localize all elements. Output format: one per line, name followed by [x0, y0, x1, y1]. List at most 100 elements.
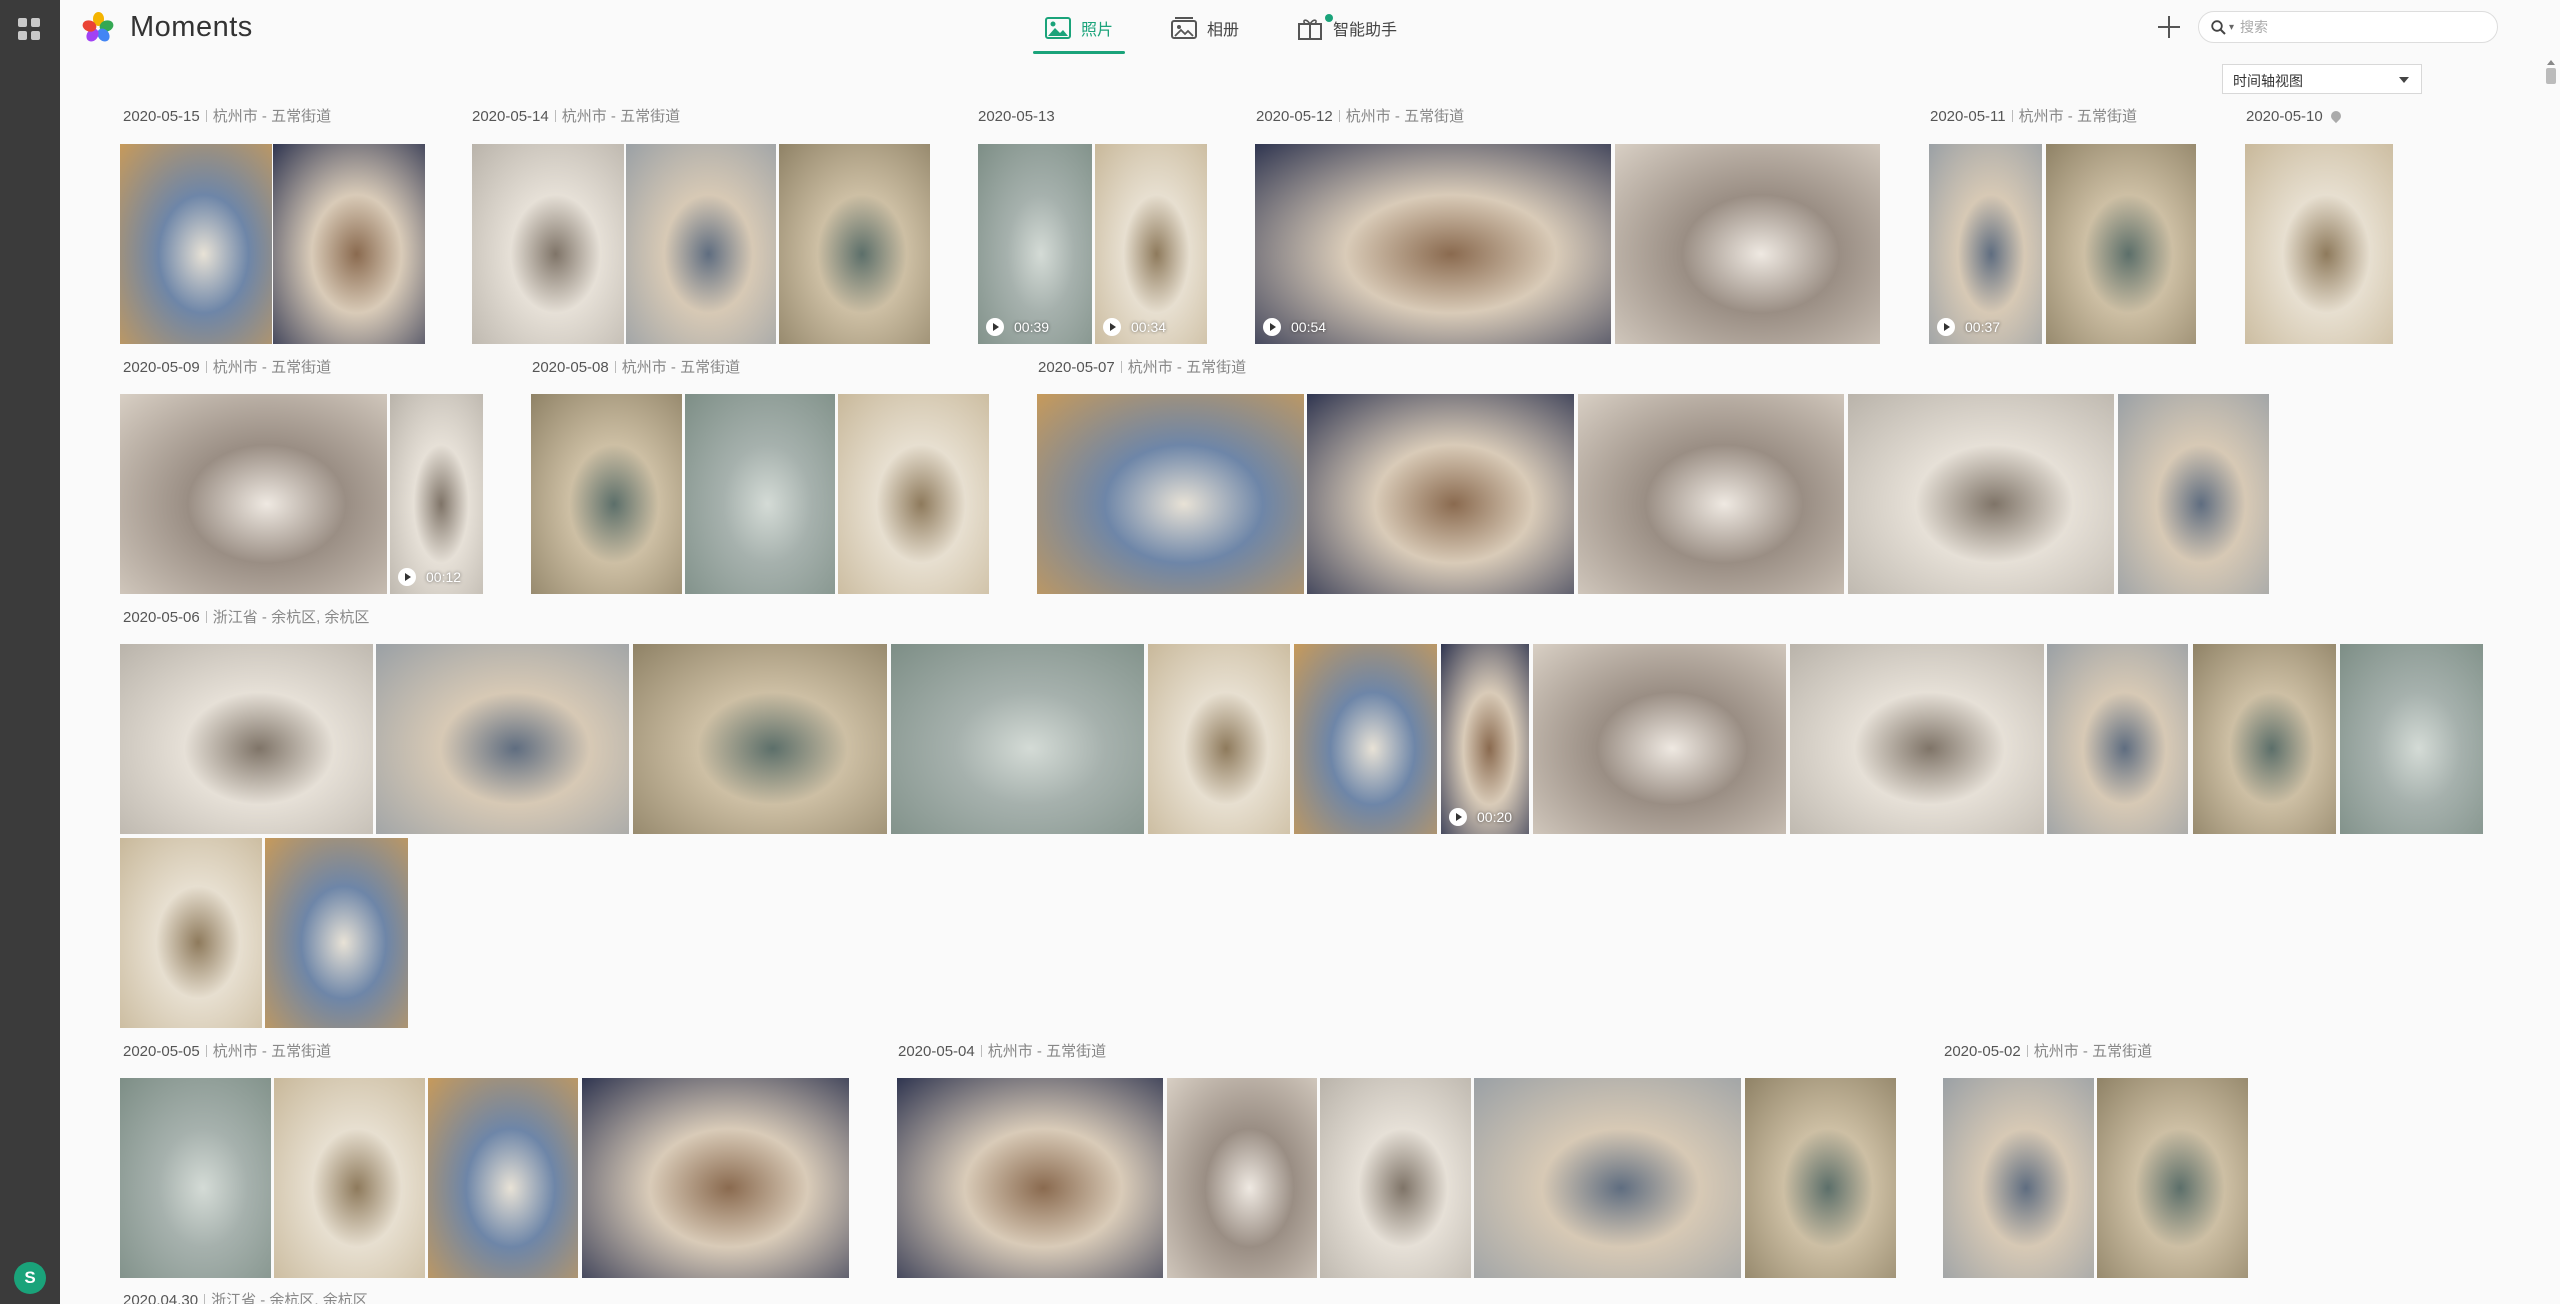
group-date: 2020-05-04	[898, 1043, 975, 1060]
group-header[interactable]: 2020-05-15 杭州市 - 五常街道	[123, 108, 331, 126]
photo-thumbnail[interactable]	[838, 394, 989, 594]
separator	[205, 611, 207, 623]
user-avatar[interactable]: S	[14, 1262, 46, 1294]
photo-thumbnail[interactable]	[626, 144, 776, 344]
group-header[interactable]: 2020-05-08 杭州市 - 五常街道	[532, 359, 740, 377]
photo-thumbnail[interactable]	[2245, 144, 2393, 344]
photo-thumbnail[interactable]	[1294, 644, 1437, 834]
photo-thumbnail[interactable]: 00:37	[1929, 144, 2042, 344]
photo-thumbnail[interactable]	[120, 1078, 271, 1278]
tab-assistant[interactable]: 智能助手	[1277, 0, 1417, 56]
tab-albums[interactable]: 相册	[1151, 0, 1259, 56]
main-tabs: 照片 相册 智能助手	[1025, 0, 1435, 56]
photo-thumbnail[interactable]: 00:39	[978, 144, 1092, 344]
group-location: 浙江省 - 余杭区, 余杭区	[212, 609, 370, 626]
photo-thumbnail[interactable]	[1037, 394, 1304, 594]
group-header[interactable]: 2020-05-11 杭州市 - 五常街道	[1930, 108, 2137, 126]
view-mode-label: 时间轴视图	[2233, 73, 2303, 89]
photo-thumbnail[interactable]	[265, 838, 408, 1028]
photo-thumbnail[interactable]	[582, 1078, 849, 1278]
video-duration: 00:12	[426, 569, 462, 585]
group-header[interactable]: 2020-05-12 杭州市 - 五常街道	[1256, 108, 1464, 126]
video-badge: 00:20	[1449, 808, 1512, 826]
scrollbar-thumb[interactable]	[2546, 68, 2556, 84]
group-header[interactable]: 2020-05-04 杭州市 - 五常街道	[898, 1043, 1106, 1061]
search-icon[interactable]	[2211, 19, 2226, 35]
group-header[interactable]: 2020-05-06 浙江省 - 余杭区, 余杭区	[123, 609, 369, 627]
photo-thumbnail[interactable]	[472, 144, 624, 344]
photo-thumbnail[interactable]	[273, 144, 425, 344]
video-duration: 00:39	[1014, 319, 1050, 335]
photo-thumbnail[interactable]	[1578, 394, 1844, 594]
tab-albums-label: 相册	[1207, 22, 1240, 39]
photo-thumbnail[interactable]: 00:12	[390, 394, 483, 594]
group-location: 杭州市 - 五常街道	[212, 359, 332, 376]
group-header[interactable]: 2020-05-14 杭州市 - 五常街道	[472, 108, 680, 126]
play-icon	[1263, 318, 1281, 336]
scrollbar[interactable]	[2544, 60, 2558, 1304]
photo-thumbnail[interactable]	[2340, 644, 2483, 834]
photo-thumbnail[interactable]	[1615, 144, 1880, 344]
group-header[interactable]: 2020-05-02 杭州市 - 五常街道	[1944, 1043, 2152, 1061]
photo-thumbnail[interactable]	[428, 1078, 578, 1278]
scroll-up-icon[interactable]	[2547, 60, 2555, 65]
photo-thumbnail[interactable]	[685, 394, 835, 594]
photo-thumbnail[interactable]	[1307, 394, 1574, 594]
photo-thumbnail[interactable]	[2118, 394, 2269, 594]
photo-thumbnail[interactable]	[120, 838, 262, 1028]
photo-thumbnail[interactable]: 00:54	[1255, 144, 1611, 344]
photo-thumbnail[interactable]	[779, 144, 930, 344]
photo-thumbnail[interactable]	[891, 644, 1144, 834]
photo-thumbnail[interactable]	[376, 644, 629, 834]
group-header[interactable]: 2020.04.30 浙江省 - 余杭区, 余杭区	[123, 1292, 368, 1304]
separator	[1338, 110, 1340, 122]
play-icon	[986, 318, 1004, 336]
view-mode-select[interactable]: 时间轴视图	[2222, 64, 2422, 94]
apps-grid-icon[interactable]	[18, 18, 40, 40]
photo-thumbnail[interactable]	[897, 1078, 1163, 1278]
photo-thumbnail[interactable]	[120, 144, 272, 344]
photo-thumbnail[interactable]	[1320, 1078, 1471, 1278]
group-location: 杭州市 - 五常街道	[212, 1043, 332, 1060]
group-location: 杭州市 - 五常街道	[2018, 108, 2137, 125]
search-scope-caret-icon[interactable]: ▾	[2229, 22, 2234, 33]
photo-thumbnail[interactable]	[531, 394, 682, 594]
search-input[interactable]	[2240, 19, 2481, 35]
photo-thumbnail[interactable]	[633, 644, 887, 834]
photo-thumbnail[interactable]	[1167, 1078, 1317, 1278]
group-header[interactable]: 2020-05-10	[2246, 108, 2343, 126]
photo-thumbnail[interactable]	[2046, 144, 2196, 344]
group-header[interactable]: 2020-05-07 杭州市 - 五常街道	[1038, 359, 1246, 377]
photo-thumbnail[interactable]	[1848, 394, 2114, 594]
group-header[interactable]: 2020-05-05 杭州市 - 五常街道	[123, 1043, 331, 1061]
group-location: 杭州市 - 五常街道	[987, 1043, 1107, 1060]
photo-thumbnail[interactable]	[274, 1078, 425, 1278]
photo-thumbnail[interactable]	[1148, 644, 1290, 834]
photo-thumbnail[interactable]: 00:34	[1095, 144, 1207, 344]
photo-thumbnail[interactable]	[2193, 644, 2336, 834]
photo-thumbnail[interactable]	[1745, 1078, 1896, 1278]
photo-thumbnail[interactable]	[1943, 1078, 2094, 1278]
add-button[interactable]	[2156, 14, 2182, 40]
photo-thumbnail[interactable]	[1474, 1078, 1741, 1278]
video-badge: 00:39	[986, 318, 1049, 336]
photo-thumbnail[interactable]	[120, 644, 373, 834]
photo-thumbnail[interactable]: 00:20	[1441, 644, 1529, 834]
video-duration: 00:54	[1291, 319, 1327, 335]
group-location: 杭州市 - 五常街道	[2033, 1043, 2153, 1060]
group-date: 2020-05-11	[1930, 108, 2006, 125]
location-pin-icon[interactable]	[2328, 108, 2343, 124]
photo-thumbnail[interactable]	[1533, 644, 1786, 834]
tab-photos[interactable]: 照片	[1025, 0, 1133, 56]
photo-thumbnail[interactable]	[120, 394, 387, 594]
photo-thumbnail[interactable]	[2097, 1078, 2248, 1278]
group-header[interactable]: 2020-05-09 杭州市 - 五常街道	[123, 359, 331, 377]
group-date: 2020-05-14	[472, 108, 549, 125]
group-header[interactable]: 2020-05-13	[978, 108, 1055, 126]
app-title: Moments	[130, 11, 253, 43]
separator	[2011, 110, 2013, 122]
group-date: 2020.04.30	[123, 1292, 199, 1304]
separator	[554, 110, 556, 122]
photo-thumbnail[interactable]	[2047, 644, 2188, 834]
photo-thumbnail[interactable]	[1790, 644, 2044, 834]
